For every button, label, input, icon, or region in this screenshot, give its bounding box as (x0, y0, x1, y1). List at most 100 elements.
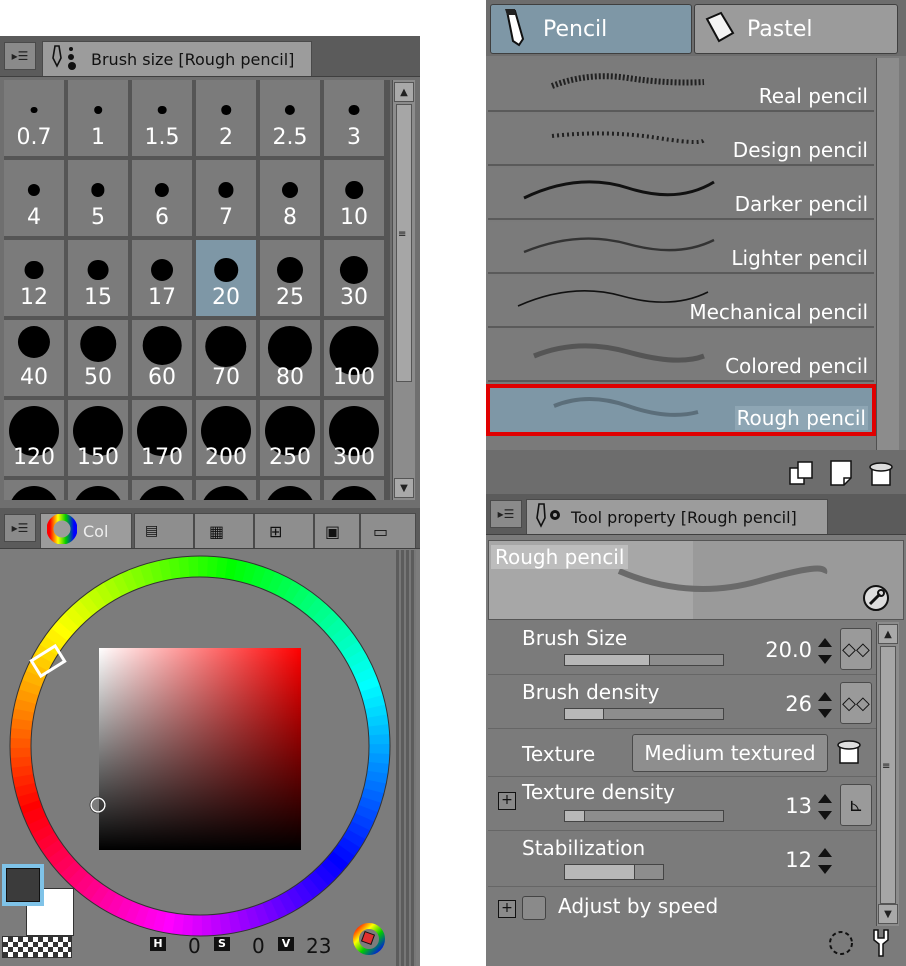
expand-texture-density-button[interactable]: + (498, 792, 516, 810)
scroll-down-button[interactable]: ▼ (394, 478, 414, 498)
brush-size-cell[interactable]: 2.5 (260, 80, 322, 158)
brush-size-cell[interactable]: 7 (196, 160, 258, 238)
sub-tool-design-pencil[interactable]: Design pencil (488, 114, 874, 166)
brush-size-cell[interactable]: 300 (324, 400, 386, 478)
scroll-thumb[interactable]: ≡ (396, 104, 412, 382)
brush-size-cell[interactable]: 15 (68, 240, 130, 318)
preview-settings-button[interactable] (861, 583, 891, 613)
brush-size-cell[interactable]: 0.7 (4, 80, 66, 158)
brush-size-cell[interactable] (4, 480, 66, 500)
stabilization-value[interactable]: 12 (738, 848, 812, 872)
texture-select[interactable]: Medium textured (632, 734, 828, 772)
brush-size-cell[interactable]: 40 (4, 320, 66, 398)
brush-size-cell[interactable]: 50 (68, 320, 130, 398)
sub-tool-darker-pencil[interactable]: Darker pencil (488, 168, 874, 220)
tool-property-scrollbar[interactable]: ▲ ≡ ▼ (876, 622, 899, 926)
sub-tool-rough-pencil[interactable]: Rough pencil (486, 384, 876, 436)
brush-size-spinner[interactable] (816, 638, 834, 664)
brush-size-cell[interactable]: 2 (196, 80, 258, 158)
sub-tool-real-pencil[interactable]: Real pencil (488, 60, 874, 112)
sub-tool-scrollbar[interactable] (876, 58, 899, 450)
transparent-color-swatch[interactable] (2, 936, 72, 958)
texture-density-value[interactable]: 13 (738, 794, 812, 818)
brush-size-cell[interactable]: 3 (324, 80, 386, 158)
brush-size-cell[interactable] (68, 480, 130, 500)
brush-size-cell[interactable]: 80 (260, 320, 322, 398)
brush-size-cell[interactable]: 150 (68, 400, 130, 478)
brush-size-cell[interactable] (260, 480, 322, 500)
brush-size-cell[interactable]: 170 (132, 400, 194, 478)
brush-size-cell[interactable]: 6 (132, 160, 194, 238)
brush-size-value[interactable]: 20.0 (738, 638, 812, 662)
brush-size-cell[interactable]: 17 (132, 240, 194, 318)
brush-size-cell[interactable]: 8 (260, 160, 322, 238)
scroll-up-button[interactable]: ▲ (394, 82, 414, 102)
brush-size-cell[interactable] (324, 480, 386, 500)
brush-size-value: 10 (340, 205, 368, 230)
scroll-thumb[interactable]: ≡ (880, 646, 896, 904)
brush-density-spinner[interactable] (816, 692, 834, 718)
tab-pastel[interactable]: Pastel (694, 4, 898, 54)
tab-color-wheel[interactable]: Col (40, 513, 132, 548)
texture-density-spinner[interactable] (816, 794, 834, 820)
expand-adjust-by-speed-button[interactable]: + (498, 900, 516, 918)
tab-tool-property[interactable]: Tool property [Rough pencil] (526, 499, 828, 534)
color-wheel[interactable] (4, 550, 396, 942)
h-value: 0 (188, 934, 201, 958)
brush-size-cell[interactable] (132, 480, 194, 500)
adjust-by-speed-checkbox[interactable] (522, 896, 546, 920)
tab-intermediate-color[interactable]: ⊞ (254, 513, 314, 548)
brush-size-cell[interactable] (196, 480, 258, 500)
panel-menu-button[interactable]: ▸☰ (4, 42, 36, 70)
bucket-icon (837, 740, 861, 764)
brush-size-cell[interactable]: 1 (68, 80, 130, 158)
tab-color-set[interactable]: ▦ (194, 513, 254, 548)
brush-size-cell[interactable]: 4 (4, 160, 66, 238)
sub-tool-mechanical-pencil[interactable]: Mechanical pencil (488, 276, 874, 328)
brush-size-slider[interactable] (564, 654, 724, 666)
brush-density-slider[interactable] (564, 708, 724, 720)
brush-size-cell[interactable]: 10 (324, 160, 386, 238)
tab-approximate-color[interactable]: ▣ (314, 513, 360, 548)
reset-settings-button[interactable] (824, 926, 858, 960)
brush-size-cell[interactable]: 250 (260, 400, 322, 478)
sub-tool-colored-pencil[interactable]: Colored pencil (488, 330, 874, 382)
tab-brush-size[interactable]: Brush size [Rough pencil] (42, 41, 312, 76)
scroll-down-button[interactable]: ▼ (878, 904, 898, 924)
sub-tool-detail-button[interactable] (864, 926, 898, 960)
tab-color-slider[interactable]: ▤ (134, 513, 194, 548)
brush-size-cell[interactable]: 20 (196, 240, 258, 318)
brush-size-cell[interactable]: 100 (324, 320, 386, 398)
brush-density-dynamics-button[interactable]: ◇◇ (840, 682, 872, 724)
color-panel-menu-button[interactable]: ▸☰ (4, 514, 36, 542)
stabilization-slider[interactable] (564, 864, 664, 880)
brush-size-cell[interactable]: 12 (4, 240, 66, 318)
brush-size-cell[interactable]: 25 (260, 240, 322, 318)
tab-pencil[interactable]: Pencil (490, 4, 692, 54)
brush-size-cell[interactable]: 60 (132, 320, 194, 398)
color-mode-switch-button[interactable] (352, 922, 386, 956)
delete-subtool-button[interactable] (866, 458, 896, 488)
stabilization-spinner[interactable] (816, 848, 834, 874)
texture-settings-button[interactable] (834, 736, 864, 766)
scroll-up-button[interactable]: ▲ (878, 624, 898, 644)
texture-density-dynamics-button[interactable]: ⊾ (840, 784, 872, 826)
brush-density-value[interactable]: 26 (738, 692, 812, 716)
tool-property-menu-button[interactable]: ▸☰ (490, 500, 522, 528)
tab-color-history[interactable]: ▭ (360, 513, 416, 548)
texture-density-slider[interactable] (564, 810, 724, 822)
sub-tool-lighter-pencil[interactable]: Lighter pencil (488, 222, 874, 274)
brush-size-cell[interactable]: 30 (324, 240, 386, 318)
brush-size-cell[interactable]: 1.5 (132, 80, 194, 158)
main-color-swatch[interactable] (6, 868, 40, 902)
brush-size-cell[interactable]: 200 (196, 400, 258, 478)
create-subtool-button[interactable] (826, 458, 856, 488)
copy-subtool-button[interactable] (786, 458, 816, 488)
brush-size-scrollbar[interactable]: ▲ ≡ ▼ (392, 80, 415, 500)
brush-size-dynamics-button[interactable]: ◇◇ (840, 628, 872, 670)
brush-size-cell[interactable]: 120 (4, 400, 66, 478)
brush-size-cell[interactable]: 5 (68, 160, 130, 238)
brush-size-cell[interactable]: 70 (196, 320, 258, 398)
brush-size-dot (214, 258, 238, 282)
main-color-swatch-frame[interactable] (2, 864, 44, 906)
